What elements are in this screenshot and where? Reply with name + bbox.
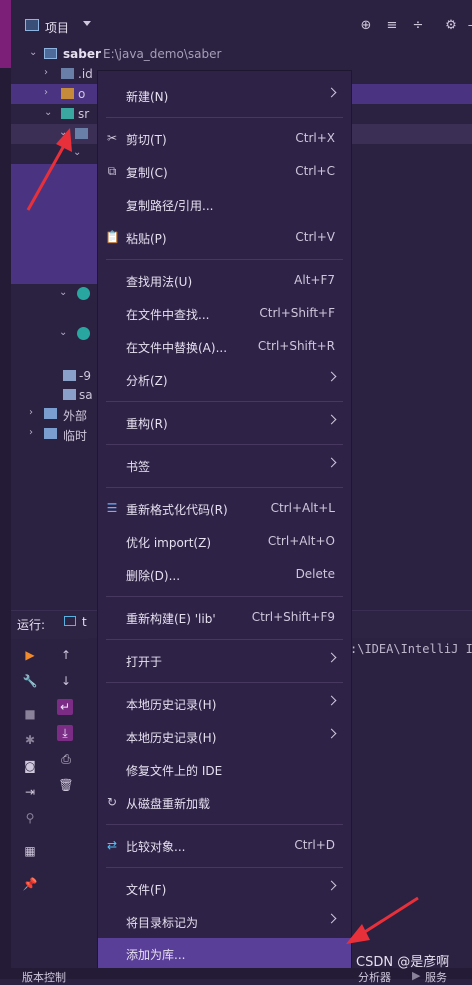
annotation-arrows (26, 128, 419, 944)
annotation-arrow-tree (26, 128, 72, 211)
annotation-arrow-menu (346, 896, 419, 944)
